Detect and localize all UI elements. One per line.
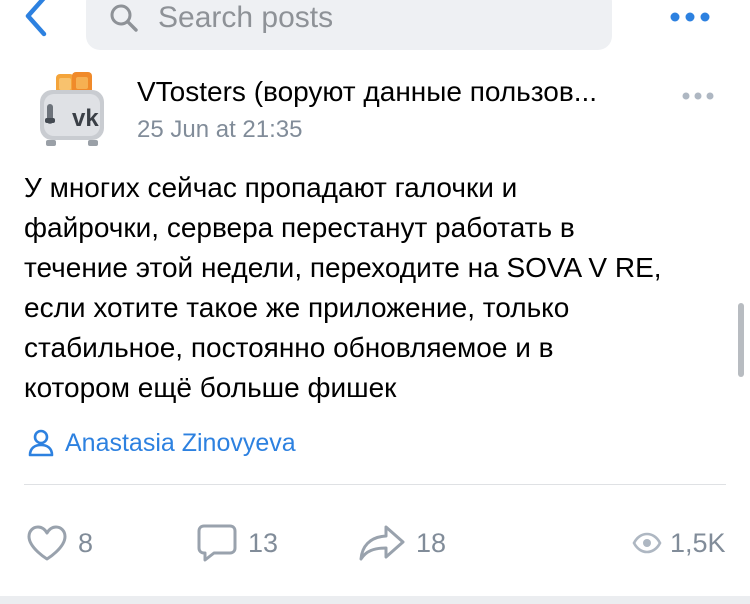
post-text-line: У многих сейчас пропадают галочки и [24, 172, 518, 203]
user-icon [28, 429, 54, 457]
post-text-line: файрочки, сервера перестанут работать в [24, 212, 575, 243]
post-text-line: если хотите такое же приложение, только [24, 292, 570, 323]
divider [24, 484, 726, 485]
feed-separator [0, 596, 750, 604]
post-timestamp: 25 Jun at 21:35 [137, 116, 303, 143]
signer-name: Anastasia Zinovyeva [65, 428, 296, 457]
search-input[interactable] [158, 0, 588, 38]
comment-button[interactable]: 13 [196, 522, 278, 564]
toaster-logo-icon: vk [40, 72, 104, 146]
scrollbar[interactable] [738, 303, 744, 377]
post-text-line: котором ещё больше фишек [24, 372, 397, 403]
share-arrow-icon [359, 525, 405, 561]
eye-icon [632, 532, 662, 554]
svg-text:vk: vk [72, 105, 99, 132]
heart-icon [27, 525, 67, 561]
comment-icon [197, 524, 237, 562]
author-avatar[interactable]: vk [36, 70, 108, 152]
comment-count: 13 [248, 527, 279, 558]
more-horizontal-icon [682, 92, 714, 100]
share-count: 18 [416, 527, 447, 558]
back-button[interactable] [18, 0, 58, 44]
like-count: 8 [78, 527, 94, 558]
views-count: 1,5K [670, 527, 726, 558]
post-text: У многих сейчас пропадают галочки и файр… [24, 168, 734, 408]
post-signer[interactable]: Anastasia Zinovyeva [28, 426, 296, 460]
post-author-name[interactable]: VTosters (воруют данные пользов... [137, 76, 597, 108]
post-text-line: течение этой недели, переходите на SOVA … [24, 252, 662, 283]
top-more-button[interactable] [668, 6, 712, 28]
chevron-left-icon [25, 0, 47, 37]
search-box[interactable] [86, 0, 612, 50]
more-horizontal-icon [670, 12, 710, 22]
top-navigation-bar [0, 0, 750, 60]
post-more-button[interactable] [680, 89, 716, 103]
like-button[interactable]: 8 [26, 522, 93, 564]
views-counter: 1,5K [632, 522, 726, 564]
share-button[interactable]: 18 [358, 522, 446, 564]
post-text-line: стабильное, постоянно обновляемое и в [24, 332, 554, 363]
search-icon [110, 4, 138, 32]
